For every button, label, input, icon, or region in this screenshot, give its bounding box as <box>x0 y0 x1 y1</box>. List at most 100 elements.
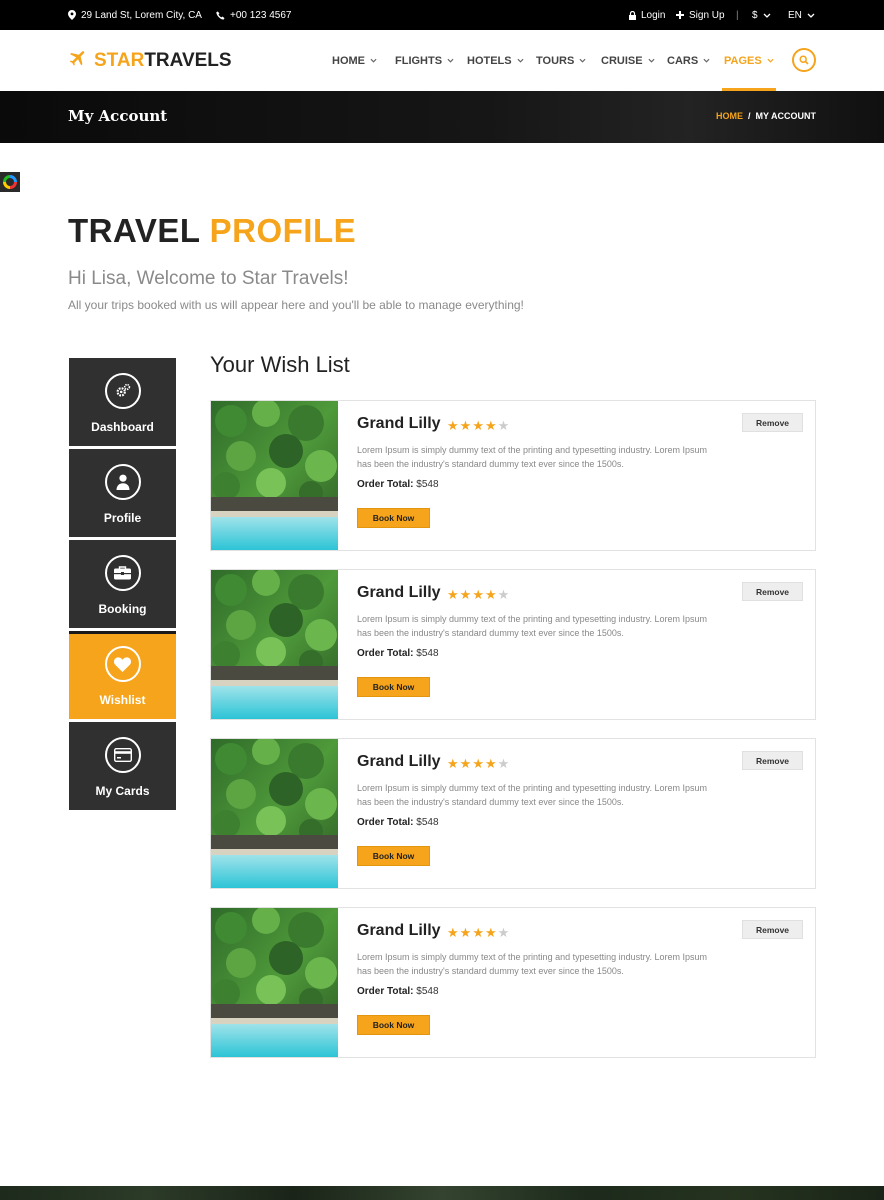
hotel-description: Lorem Ipsum is simply dummy text of the … <box>357 952 707 976</box>
sidebar-item-booking[interactable]: Booking <box>69 540 176 628</box>
sidebar-label-profile: Profile <box>103 511 142 525</box>
order-total-label: Order Total: <box>357 986 414 997</box>
gears-icon <box>104 373 141 409</box>
order-total-label: Order Total: <box>357 648 414 659</box>
star-empty-icon: ★ <box>497 756 510 771</box>
sidebar-item-dashboard[interactable]: Dashboard <box>69 358 176 446</box>
heart-icon <box>104 646 141 682</box>
wishlist-card: Grand Lilly ★ ★ ★ ★ ★ Lorem Ipsum is sim… <box>210 569 816 720</box>
book-now-button[interactable]: Book Now <box>357 677 430 697</box>
profile-heading-part2: PROFILE <box>209 212 357 249</box>
nav-flights[interactable]: FLIGHTS <box>395 30 454 91</box>
star-rating: ★ ★ ★ ★ ★ <box>447 419 509 432</box>
star-icon: ★ <box>484 418 497 433</box>
brand-star: STAR <box>94 50 145 71</box>
footer-image-strip <box>0 1186 884 1200</box>
sidebar-item-wishlist[interactable]: Wishlist <box>69 631 176 719</box>
credit-card-icon <box>104 737 141 773</box>
book-now-button[interactable]: Book Now <box>357 846 430 866</box>
nav-home[interactable]: HOME <box>332 30 377 91</box>
nav-cars[interactable]: CARS <box>667 30 710 91</box>
map-pin-icon <box>68 10 76 20</box>
address-info: 29 Land St, Lorem City, CA <box>68 0 202 30</box>
language-dropdown[interactable]: EN <box>788 0 815 30</box>
nav-hotels[interactable]: HOTELS <box>467 30 524 91</box>
nav-flights-label: FLIGHTS <box>395 54 443 67</box>
signup-label: Sign Up <box>689 9 725 21</box>
order-total-value: $548 <box>416 648 439 659</box>
profile-heading: TRAVEL PROFILE <box>68 212 356 250</box>
star-rating: ★ ★ ★ ★ ★ <box>447 588 509 601</box>
login-link[interactable]: Login <box>629 0 665 30</box>
order-total-value: $548 <box>416 986 439 997</box>
chevron-down-icon <box>763 13 771 18</box>
star-icon: ★ <box>459 587 472 602</box>
order-total-label: Order Total: <box>357 817 414 828</box>
nav-tours[interactable]: TOURS <box>536 30 586 91</box>
order-total: Order Total: $548 <box>357 817 439 828</box>
hotel-name: Grand Lilly <box>357 584 441 601</box>
star-icon: ★ <box>447 587 459 602</box>
star-icon: ★ <box>472 925 484 940</box>
sidebar-label-booking: Booking <box>98 602 147 616</box>
star-rating: ★ ★ ★ ★ ★ <box>447 757 509 770</box>
remove-button[interactable]: Remove <box>742 751 803 770</box>
remove-button[interactable]: Remove <box>742 413 803 432</box>
star-icon: ★ <box>447 418 459 433</box>
hotel-image[interactable] <box>211 401 338 550</box>
currency-value: $ <box>752 9 758 21</box>
sidebar-label-my-cards: My Cards <box>95 784 150 798</box>
star-icon: ★ <box>484 756 497 771</box>
page-title: My Account <box>68 107 168 125</box>
address-text: 29 Land St, Lorem City, CA <box>81 9 202 21</box>
chevron-down-icon <box>703 58 710 63</box>
order-total-label: Order Total: <box>357 479 414 490</box>
color-wheel-icon <box>3 175 17 189</box>
book-now-button[interactable]: Book Now <box>357 508 430 528</box>
color-switcher-button[interactable] <box>0 172 20 192</box>
star-icon: ★ <box>459 418 472 433</box>
remove-button[interactable]: Remove <box>742 582 803 601</box>
site-logo[interactable]: STARTRAVELS <box>68 48 232 74</box>
hotel-image[interactable] <box>211 739 338 888</box>
wishlist-card: Grand Lilly ★ ★ ★ ★ ★ Lorem Ipsum is sim… <box>210 907 816 1058</box>
wishlist-card: Grand Lilly ★ ★ ★ ★ ★ Lorem Ipsum is sim… <box>210 738 816 889</box>
nav-pages[interactable]: PAGES <box>722 30 776 91</box>
hotel-image[interactable] <box>211 570 338 719</box>
chevron-down-icon <box>370 58 377 63</box>
chevron-down-icon <box>517 58 524 63</box>
remove-button[interactable]: Remove <box>742 920 803 939</box>
hotel-name: Grand Lilly <box>357 753 441 770</box>
star-icon: ★ <box>447 756 459 771</box>
hotel-description: Lorem Ipsum is simply dummy text of the … <box>357 783 707 807</box>
search-button[interactable] <box>792 48 816 72</box>
airplane-icon <box>68 48 88 74</box>
phone-info: +00 123 4567 <box>216 0 291 30</box>
chevron-down-icon <box>807 13 815 18</box>
sidebar-label-wishlist: Wishlist <box>99 693 146 707</box>
order-total-value: $548 <box>416 817 439 828</box>
hotel-name: Grand Lilly <box>357 922 441 939</box>
order-total: Order Total: $548 <box>357 648 439 659</box>
nav-hotels-label: HOTELS <box>467 54 512 67</box>
currency-dropdown[interactable]: $ <box>752 0 771 30</box>
star-icon: ★ <box>472 756 484 771</box>
search-icon <box>799 55 809 65</box>
breadcrumb: HOME / MY ACCOUNT <box>716 111 816 121</box>
sidebar-item-profile[interactable]: Profile <box>69 449 176 537</box>
brand-travels: TRAVELS <box>144 50 232 71</box>
sidebar-item-my-cards[interactable]: My Cards <box>69 722 176 810</box>
breadcrumb-current: MY ACCOUNT <box>755 111 817 121</box>
topbar-divider: | <box>736 9 739 21</box>
chevron-down-icon <box>579 58 586 63</box>
nav-cruise[interactable]: CRUISE <box>601 30 655 91</box>
signup-link[interactable]: Sign Up <box>676 0 725 30</box>
book-now-button[interactable]: Book Now <box>357 1015 430 1035</box>
top-bar: 29 Land St, Lorem City, CA +00 123 4567 … <box>0 0 884 30</box>
hotel-description: Lorem Ipsum is simply dummy text of the … <box>357 614 707 638</box>
user-icon <box>104 464 141 500</box>
hotel-image[interactable] <box>211 908 338 1057</box>
nav-pages-label: PAGES <box>724 54 762 67</box>
page-banner: My Account HOME / MY ACCOUNT <box>0 91 884 143</box>
breadcrumb-home[interactable]: HOME <box>716 111 743 121</box>
